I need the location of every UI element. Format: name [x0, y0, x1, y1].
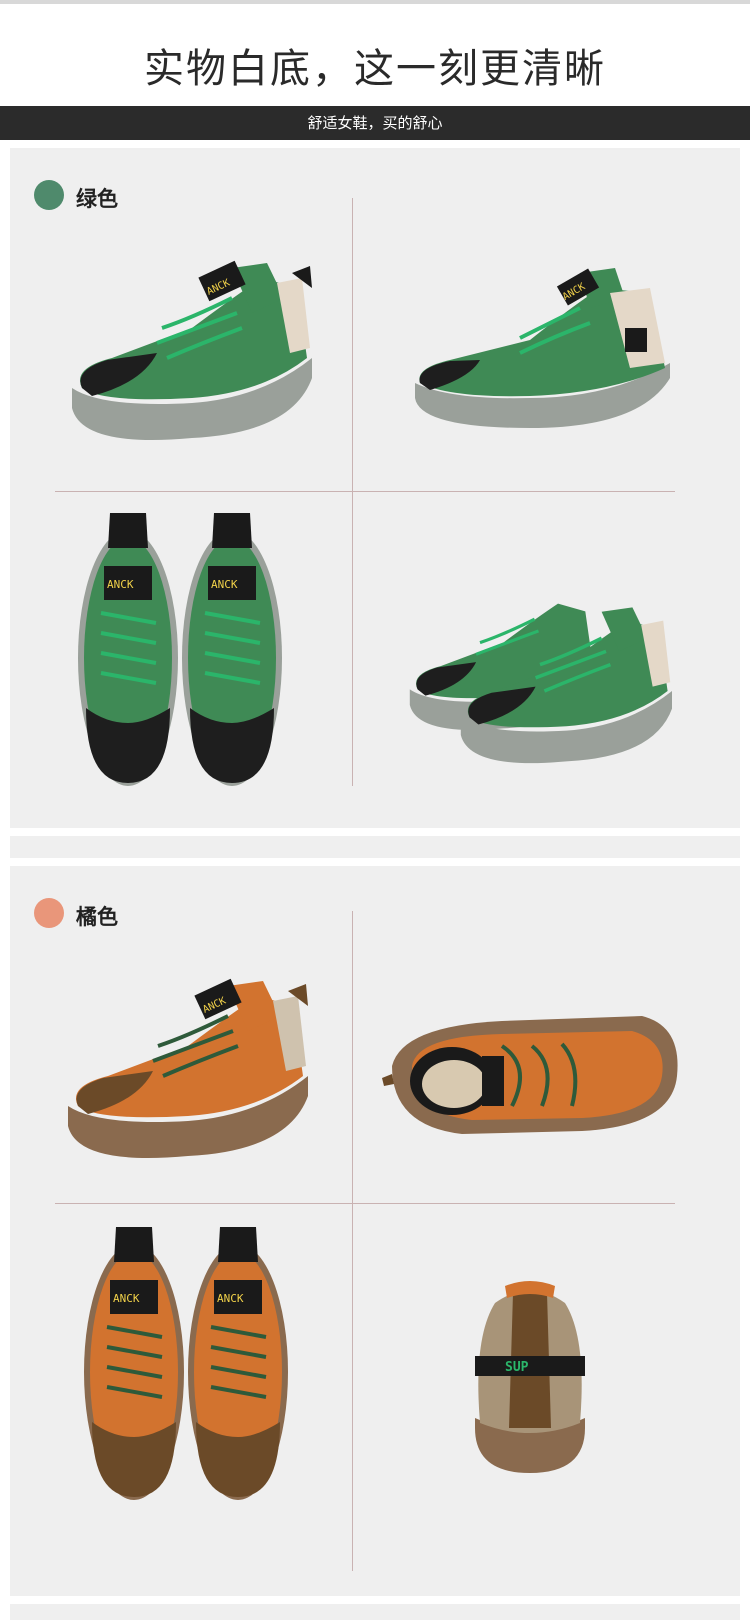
green-variant-label: 绿色 [76, 187, 118, 211]
svg-text:ANCK: ANCK [107, 578, 134, 591]
green-variant-panel: 绿色 ANCK ANCK ANCK ANCK [10, 148, 740, 828]
green-swatch [34, 180, 64, 210]
top-divider [0, 0, 750, 4]
svg-text:SUP: SUP [505, 1360, 529, 1375]
svg-text:ANCK: ANCK [217, 1292, 244, 1305]
orange-shoe-top-view: ANCK ANCK [84, 1227, 288, 1500]
grid-vertical-divider [352, 198, 353, 786]
page-title: 实物白底，这一刻更清晰 [144, 46, 606, 92]
green-shoe-top-view: ANCK ANCK [78, 513, 282, 786]
orange-swatch [34, 898, 64, 928]
orange-variant-panel: 橘色 ANCK ANCK ANCK SUP [10, 866, 740, 1596]
svg-text:ANCK: ANCK [113, 1292, 140, 1305]
green-shoe-pair-angled [409, 603, 672, 764]
orange-shoe-side-view: ANCK [68, 978, 308, 1158]
section-divider-strip [10, 836, 740, 858]
svg-text:ANCK: ANCK [211, 578, 238, 591]
orange-shoe-top-side-view [382, 1016, 678, 1134]
green-shoe-side-view: ANCK [72, 260, 312, 440]
bottom-strip [10, 1604, 740, 1620]
subtitle-band: 舒适女鞋，买的舒心 [0, 106, 750, 140]
grid-vertical-divider [352, 911, 353, 1571]
orange-variant-label: 橘色 [76, 905, 118, 929]
subtitle-text: 舒适女鞋，买的舒心 [307, 114, 443, 132]
orange-shoe-rear-view: SUP [475, 1281, 585, 1473]
grid-horizontal-divider [55, 491, 675, 492]
green-shoe-side-view-right: ANCK [415, 268, 670, 428]
grid-horizontal-divider [55, 1203, 675, 1204]
